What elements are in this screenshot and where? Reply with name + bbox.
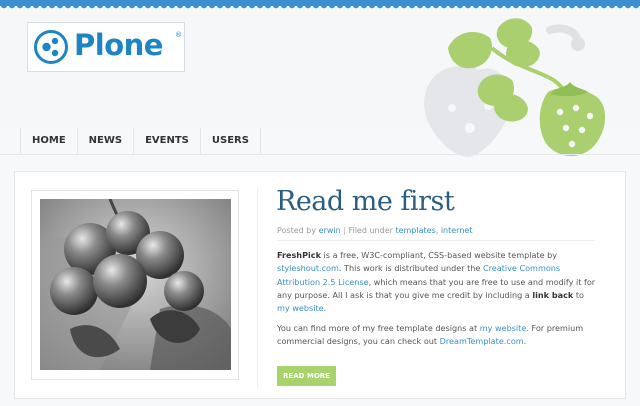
- nav-item-news[interactable]: NEWS: [78, 128, 135, 154]
- article-title[interactable]: Read me first: [276, 186, 455, 217]
- nav-item-events[interactable]: EVENTS: [134, 128, 201, 154]
- tag-link-templates[interactable]: templates: [395, 226, 435, 235]
- meta-rule: [277, 240, 595, 241]
- logo-text: Plone: [74, 28, 163, 62]
- read-more-button[interactable]: READ MORE: [277, 366, 336, 386]
- registered-mark: ®: [175, 31, 182, 39]
- para1-text-4: to: [573, 289, 584, 300]
- para1-text-1: is a free, W3C-compliant, CSS-based webs…: [320, 250, 558, 260]
- site-logo[interactable]: Plone ®: [27, 22, 185, 72]
- para1-text-2: . This work is distributed under the: [338, 263, 483, 274]
- content-divider: [257, 188, 258, 388]
- nav-item-home[interactable]: HOME: [21, 128, 78, 154]
- article-paragraph-1: FreshPick is a free, W3C-compliant, CSS-…: [277, 249, 597, 315]
- article-body: FreshPick is a free, W3C-compliant, CSS-…: [277, 249, 597, 355]
- author-link[interactable]: erwin: [319, 226, 341, 235]
- strawberry-art: [424, 18, 606, 157]
- my-website-link-2[interactable]: my website: [480, 323, 527, 333]
- berries-photo: [40, 199, 231, 370]
- filed-under-label: Filed under: [348, 226, 396, 235]
- styleshout-link[interactable]: styleshout.com: [277, 263, 339, 273]
- tag-link-internet[interactable]: internet: [441, 226, 473, 235]
- para2-text-1: You can find more of my free template de…: [277, 322, 480, 333]
- nav-divider: [0, 154, 640, 155]
- para1-text-5: .: [323, 303, 327, 314]
- plone-logo-icon: [34, 30, 68, 64]
- para2-text-3: .: [523, 336, 527, 347]
- link-back-strong: link back: [532, 289, 574, 300]
- my-website-link-1[interactable]: my website: [277, 303, 324, 313]
- freshpick-strong: FreshPick: [277, 250, 321, 260]
- nav-item-users[interactable]: USERS: [201, 128, 261, 154]
- dreamtemplate-link[interactable]: DreamTemplate.com: [440, 336, 524, 346]
- article-paragraph-2: You can find more of my free template de…: [277, 322, 597, 349]
- posted-by-label: Posted by: [277, 226, 319, 235]
- main-nav: HOME NEWS EVENTS USERS: [20, 128, 261, 154]
- article-meta: Posted by erwin | Filed under templates,…: [277, 226, 473, 235]
